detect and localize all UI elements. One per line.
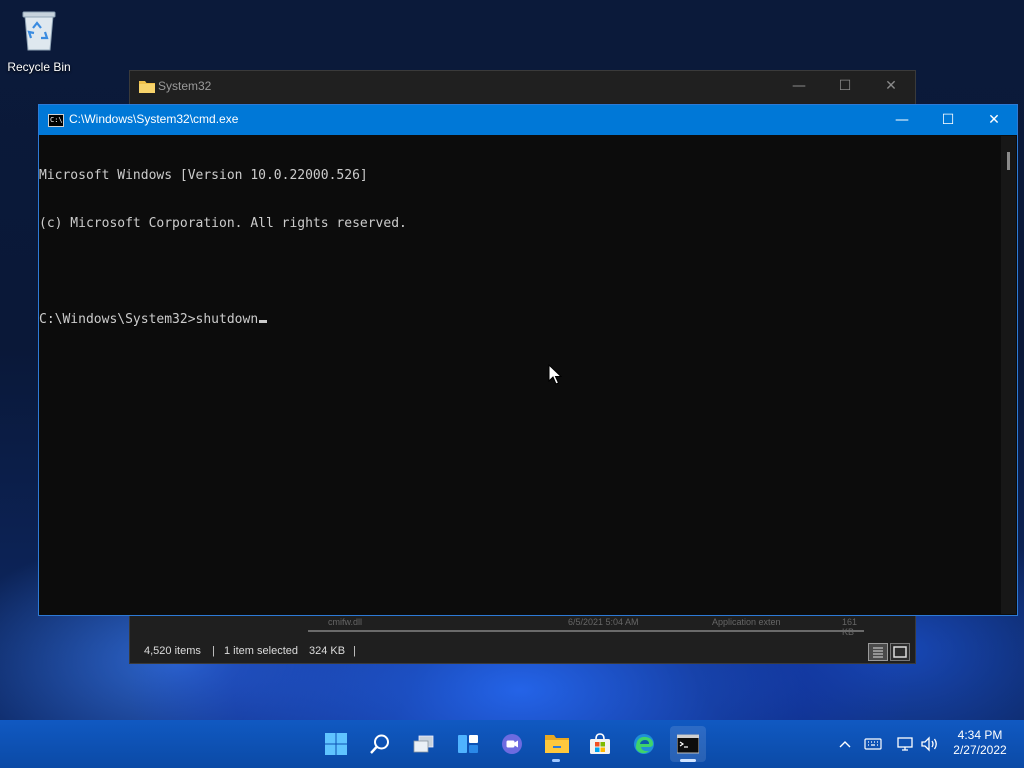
console-line: (c) Microsoft Corporation. All rights re… <box>39 216 407 231</box>
explorer-maximize-button[interactable]: ☐ <box>822 71 868 101</box>
large-icons-view-icon <box>893 646 907 658</box>
running-indicator <box>552 759 560 762</box>
store-icon <box>590 733 610 754</box>
large-icons-view-button[interactable] <box>890 643 910 661</box>
cmd-window[interactable]: C:\ C:\Windows\System32\cmd.exe — ☐ ✕ Mi… <box>38 104 1018 616</box>
selection-count: 1 item selected <box>224 645 298 657</box>
file-explorer-button[interactable] <box>538 726 574 762</box>
search-icon <box>370 734 389 754</box>
cmd-icon: C:\ <box>48 114 64 127</box>
task-view-button[interactable] <box>406 726 442 762</box>
file-size: 161 KB <box>842 617 858 637</box>
status-separator: | <box>212 645 215 657</box>
store-button[interactable] <box>582 726 618 762</box>
taskbar: 4:34 PM 2/27/2022 <box>0 720 1024 768</box>
widgets-button[interactable] <box>450 726 486 762</box>
recycle-bin-icon <box>22 11 56 51</box>
start-button[interactable] <box>318 726 354 762</box>
explorer-title: System32 <box>158 79 212 93</box>
network-icon[interactable] <box>896 736 914 752</box>
cmd-titlebar[interactable]: C:\ C:\Windows\System32\cmd.exe — ☐ ✕ <box>39 105 1017 135</box>
edge-icon <box>634 734 654 754</box>
explorer-minimize-button[interactable]: — <box>776 71 822 101</box>
scrollbar-thumb[interactable] <box>1007 152 1010 170</box>
console-command: C:\Windows\System32>shutdown <box>39 312 259 327</box>
volume-icon[interactable] <box>920 736 940 752</box>
selection-size: 324 KB <box>309 645 346 657</box>
task-view-icon <box>413 735 434 753</box>
recycle-bin-label: Recycle Bin <box>7 60 71 74</box>
clock-date: 2/27/2022 <box>953 743 1007 757</box>
recycle-bin[interactable]: Recycle Bin <box>4 6 74 76</box>
cmd-vertical-scrollbar[interactable] <box>1001 136 1016 614</box>
clock-time: 4:34 PM <box>957 728 1003 742</box>
folder-icon <box>545 735 569 753</box>
cmd-close-button[interactable]: ✕ <box>971 105 1017 135</box>
status-separator: | <box>353 645 356 657</box>
folder-icon <box>139 81 155 93</box>
mouse-pointer-icon <box>548 364 562 385</box>
file-list-row[interactable]: cmifw.dll 6/5/2021 5:04 AM Application e… <box>310 617 870 637</box>
cmd-title: C:\Windows\System32\cmd.exe <box>69 112 239 126</box>
console-line: Microsoft Windows [Version 10.0.22000.52… <box>39 168 368 183</box>
chat-icon <box>502 734 522 754</box>
cmd-minimize-button[interactable]: — <box>879 105 925 135</box>
windows-logo-icon <box>325 733 347 755</box>
search-button[interactable] <box>362 726 398 762</box>
cmd-button[interactable] <box>670 726 706 762</box>
console-output[interactable]: Microsoft Windows [Version 10.0.22000.52… <box>39 136 999 614</box>
details-view-icon <box>873 647 883 658</box>
file-type: Application exten <box>712 617 781 627</box>
explorer-close-button[interactable]: ✕ <box>868 71 914 101</box>
terminal-icon <box>677 734 699 754</box>
cmd-maximize-button[interactable]: ☐ <box>925 105 971 135</box>
keyboard-icon[interactable] <box>864 737 882 751</box>
chat-button[interactable] <box>494 726 530 762</box>
explorer-status-bar: 4,520 items | 1 item selected 324 KB | <box>130 639 915 663</box>
details-view-button[interactable] <box>868 643 888 661</box>
file-date: 6/5/2021 5:04 AM <box>568 617 639 627</box>
edge-button[interactable] <box>626 726 662 762</box>
chevron-up-icon[interactable] <box>838 737 852 751</box>
item-count: 4,520 items <box>144 645 201 657</box>
clock[interactable]: 4:34 PM 2/27/2022 <box>944 728 1016 758</box>
text-cursor <box>259 320 268 323</box>
file-name: cmifw.dll <box>328 617 363 627</box>
explorer-titlebar[interactable]: System32 — ☐ ✕ <box>130 71 915 103</box>
active-indicator <box>680 759 696 762</box>
widgets-icon <box>458 735 478 753</box>
horizontal-scrollbar[interactable] <box>308 630 864 632</box>
console-prompt-line[interactable]: C:\Windows\System32>shutdown <box>39 312 999 328</box>
